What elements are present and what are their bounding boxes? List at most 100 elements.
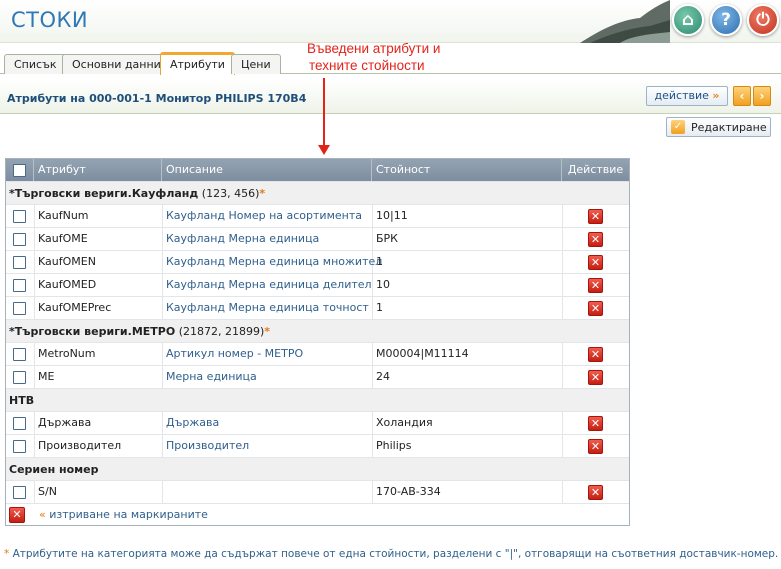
row-checkbox-cell — [13, 255, 26, 269]
row-checkbox-cell — [13, 416, 26, 430]
help-icon[interactable]: ? — [710, 4, 742, 36]
delete-selected-icon[interactable]: ✕ — [9, 507, 25, 523]
row-checkbox-cell — [13, 278, 26, 292]
description-cell[interactable]: Производител — [166, 435, 249, 458]
edit-button[interactable]: ✓ Редактиране — [666, 117, 771, 137]
delete-icon[interactable]: ✕ — [588, 439, 603, 454]
group-star: * — [259, 187, 266, 200]
column-divider — [162, 274, 163, 296]
column-divider — [372, 366, 373, 388]
row-checkbox[interactable] — [13, 347, 26, 361]
header-value[interactable]: Стойност — [372, 159, 562, 181]
annotation-arrow-head — [318, 145, 330, 155]
group-row: Сериен номер — [6, 457, 629, 480]
column-divider — [162, 297, 163, 319]
annotation-line-1: Въведени атрибути и — [307, 41, 441, 56]
delete-icon[interactable]: ✕ — [588, 255, 603, 270]
column-divider — [372, 435, 373, 457]
value-cell: 10 — [376, 278, 390, 291]
action-chevron-icon: » — [712, 89, 720, 102]
delete-icon[interactable]: ✕ — [588, 485, 603, 500]
description-cell[interactable]: Кауфланд Мерна единица делител — [166, 274, 372, 297]
description-cell[interactable]: Кауфланд Мерна единица множител — [166, 251, 382, 274]
column-divider — [562, 412, 563, 434]
column-divider — [34, 366, 35, 388]
group-name: НТВ — [9, 394, 35, 407]
table-row: KaufOMED Кауфланд Мерна единица делител 10… — [6, 273, 629, 296]
delete-icon[interactable]: ✕ — [588, 232, 603, 247]
description-cell[interactable]: Държава — [166, 412, 219, 435]
attribute-cell: KaufOME — [38, 232, 88, 245]
column-divider — [34, 343, 35, 365]
column-divider — [372, 343, 373, 365]
row-checkbox[interactable] — [13, 370, 26, 384]
header-attribute[interactable]: Атрибут — [34, 159, 162, 181]
group-ids: (123, 456) — [198, 187, 260, 200]
app-header: СТОКИ ⌂ ? ⏻ — [0, 0, 781, 43]
header-action: Действие — [567, 163, 624, 176]
column-divider — [162, 251, 163, 273]
delete-icon[interactable]: ✕ — [588, 301, 603, 316]
description-cell[interactable]: Кауфланд Номер на асортимента — [166, 205, 362, 228]
value-cell: 24 — [376, 370, 390, 383]
column-divider — [162, 366, 163, 388]
tab-basic-data[interactable]: Основни данни — [62, 54, 171, 74]
footnote: * Атрибутите на категорията може да съдъ… — [4, 548, 778, 560]
tab-list[interactable]: Списък — [4, 54, 67, 74]
column-divider — [562, 205, 563, 227]
delete-selected-link[interactable]: « изтриване на маркираните — [39, 508, 208, 521]
column-divider — [562, 481, 563, 503]
select-all-checkbox[interactable] — [13, 163, 26, 177]
value-cell: 170-AB-334 — [376, 485, 441, 498]
delete-icon[interactable]: ✕ — [588, 209, 603, 224]
column-divider — [562, 251, 563, 273]
delete-icon[interactable]: ✕ — [588, 370, 603, 385]
delete-icon[interactable]: ✕ — [588, 347, 603, 362]
row-checkbox[interactable] — [13, 439, 26, 453]
delete-icon[interactable]: ✕ — [588, 278, 603, 293]
delete-selected-label: изтриване на маркираните — [45, 508, 208, 521]
column-divider — [162, 343, 163, 365]
column-divider — [34, 228, 35, 250]
attribute-cell: MetroNum — [38, 347, 96, 360]
row-checkbox[interactable] — [13, 255, 26, 269]
next-arrow-icon[interactable]: › — [753, 86, 771, 106]
description-cell[interactable]: Кауфланд Мерна единица точност — [166, 297, 369, 320]
tab-prices[interactable]: Цени — [231, 54, 281, 74]
column-divider — [162, 412, 163, 434]
row-checkbox[interactable] — [13, 416, 26, 430]
attribute-cell: Производител — [38, 439, 122, 452]
description-cell[interactable]: Мерна единица — [166, 366, 257, 389]
group-title: *Търговски вериги.МЕТРО (21872, 21899)* — [9, 325, 270, 338]
row-checkbox-cell — [13, 301, 26, 315]
value-cell: БРК — [376, 232, 398, 245]
group-star: * — [264, 325, 271, 338]
header-description[interactable]: Описание — [162, 159, 372, 181]
group-title: НТВ — [9, 394, 34, 407]
tab-attributes[interactable]: Атрибути — [160, 52, 235, 75]
power-icon[interactable]: ⏻ — [747, 4, 779, 36]
row-checkbox[interactable] — [13, 232, 26, 246]
column-divider — [34, 274, 35, 296]
row-checkbox[interactable] — [13, 209, 26, 223]
value-cell: 10|11 — [376, 209, 408, 222]
row-checkbox[interactable] — [13, 301, 26, 315]
row-checkbox[interactable] — [13, 485, 26, 499]
annotation-line-2: техните стойности — [309, 58, 425, 73]
attribute-cell: Държава — [38, 416, 92, 429]
attribute-cell: KaufOMEPrec — [38, 301, 112, 314]
column-divider — [562, 228, 563, 250]
action-button-label: действие — [654, 89, 709, 102]
delete-icon[interactable]: ✕ — [588, 416, 603, 431]
description-cell[interactable]: Кауфланд Мерна единица — [166, 228, 319, 251]
description-cell[interactable]: Артикул номер - МЕТРО — [166, 343, 303, 366]
column-divider — [162, 205, 163, 227]
column-divider — [34, 412, 35, 434]
action-button[interactable]: действие » — [646, 86, 728, 106]
checkmark-icon: ✓ — [671, 120, 685, 134]
prev-arrow-icon[interactable]: ‹ — [733, 86, 751, 106]
group-row: *Търговски вериги.Кауфланд (123, 456)* — [6, 181, 629, 204]
column-divider — [34, 297, 35, 319]
home-icon[interactable]: ⌂ — [672, 4, 704, 36]
row-checkbox[interactable] — [13, 278, 26, 292]
